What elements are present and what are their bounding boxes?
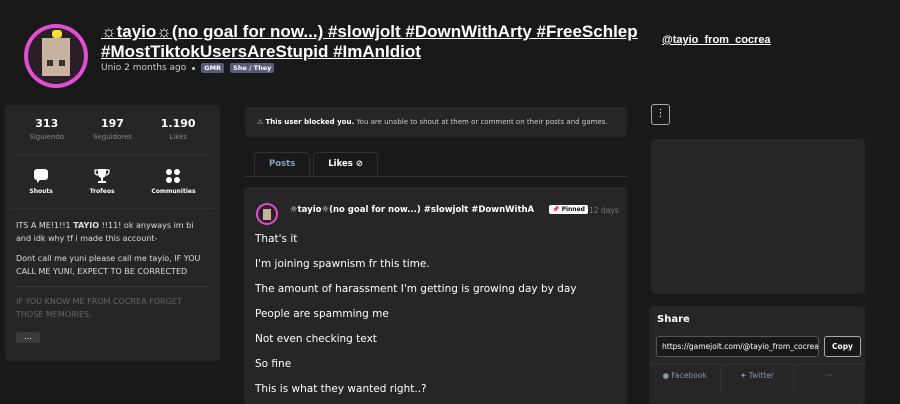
share-links: ● Facebook ✦ Twitter ···: [649, 364, 865, 392]
trophy-icon: [90, 168, 115, 186]
action-label: Shouts: [29, 188, 53, 195]
speech-bubble-icon: [29, 168, 52, 186]
ad-placeholder: [651, 139, 865, 294]
avatar-eye: [47, 60, 53, 66]
avatar-face: [42, 38, 70, 76]
post-time[interactable]: 12 days: [589, 206, 619, 215]
pin-icon: 📌: [552, 206, 560, 213]
post-line: Not even checking text: [255, 333, 377, 345]
blocked-title: This user blocked you.: [265, 118, 355, 126]
share-url-input[interactable]: https://gamejolt.com/@tayio_from_cocrea: [656, 336, 819, 357]
tag-pronouns: She / They: [230, 63, 275, 73]
share-card: Share https://gamejolt.com/@tayio_from_c…: [649, 306, 865, 404]
trophies-button[interactable]: Trofeos: [90, 168, 115, 195]
share-link-label: Twitter: [748, 371, 774, 380]
share-title: Share: [657, 314, 690, 325]
post-line: This is what they wanted right..?: [255, 383, 427, 395]
post-line: That's it: [255, 233, 298, 245]
action-label: Trofeos: [89, 188, 115, 195]
profile-sidebar: 313 Siguiendo 197 Seguidores 1.190 Likes…: [5, 105, 220, 361]
stat-following[interactable]: 313 Siguiendo: [29, 117, 64, 154]
bio-line: Dont call me yuni please call me tayio, …: [16, 254, 201, 276]
share-link-label: Facebook: [671, 371, 707, 380]
divider: [16, 286, 209, 287]
post-line: So fine: [255, 358, 292, 370]
eye-off-icon: ⊘: [355, 159, 363, 169]
stat-label: Seguidores: [92, 133, 132, 141]
bio-line: ITS A ME!1!!1 TAYIO !!11! ok anyways im …: [16, 219, 209, 245]
username-link[interactable]: @tayio_from_cocrea: [662, 34, 771, 46]
post-line: People are spamming me: [255, 308, 389, 320]
avatar[interactable]: [24, 24, 88, 88]
warning-icon: ⚠: [257, 118, 264, 126]
share-facebook[interactable]: ● Facebook: [649, 365, 722, 392]
post-card: ☼tayio☼(no goal for now...) #slowjolt #D…: [244, 187, 627, 404]
tab-label: Likes: [328, 159, 353, 169]
pinned-badge: 📌 Pinned: [549, 205, 588, 214]
bio-bold: TAYIO: [73, 221, 100, 230]
tab-underline: [244, 176, 627, 177]
profile-actions: Shouts Trofeos Communities: [11, 155, 214, 209]
communities-button[interactable]: Communities: [151, 168, 196, 195]
post-author[interactable]: ☼tayio☼(no goal for now...) #slowjolt #D…: [290, 205, 534, 215]
stat-label: Likes: [169, 133, 187, 141]
blocked-text: You are unable to shout at them or comme…: [354, 118, 608, 126]
avatar-image: [28, 28, 84, 84]
share-more[interactable]: ···: [794, 365, 865, 392]
stat-label: Siguiendo: [29, 133, 65, 141]
avatar-hat: [52, 30, 62, 38]
facebook-icon: ●: [662, 371, 670, 380]
bio-line-faded: IF YOU KNOW ME FROM COCREA FORGET THOSE …: [16, 297, 182, 319]
stat-value: 1.190: [160, 117, 196, 130]
stats-row: 313 Siguiendo 197 Seguidores 1.190 Likes: [15, 105, 210, 155]
post-line: The amount of harassment I'm getting is …: [255, 283, 577, 295]
stat-value: 197: [100, 117, 124, 130]
post-body: That's it I'm joining spawnism fr this t…: [255, 232, 576, 404]
avatar-face: [263, 209, 271, 220]
profile-title[interactable]: ☼tayio☼(no goal for now...) #slowjolt #D…: [101, 22, 641, 62]
read-more-button[interactable]: ...: [16, 332, 40, 343]
more-menu-button[interactable]: ⋮: [651, 104, 670, 125]
shouts-button[interactable]: Shouts: [29, 168, 53, 195]
avatar-eye: [59, 60, 65, 66]
profile-meta: Unio 2 months ago GMR She / They: [101, 63, 275, 73]
separator-dot: [192, 66, 196, 70]
share-twitter[interactable]: ✦ Twitter: [721, 365, 794, 392]
post-line: I'm joining spawnism fr this time.: [255, 258, 430, 270]
post-avatar[interactable]: [256, 203, 278, 225]
feed-tabs: Posts Likes ⊘: [254, 152, 378, 176]
joined-text: Unio 2 months ago: [101, 63, 187, 73]
stat-likes[interactable]: 1.190 Likes: [161, 117, 196, 154]
copy-button[interactable]: Copy: [824, 336, 861, 357]
bio-text: ITS A ME!1!!1: [16, 221, 74, 230]
stat-followers[interactable]: 197 Seguidores: [93, 117, 132, 154]
communities-icon: [151, 168, 195, 186]
profile-header: ☼tayio☼(no goal for now...) #slowjolt #D…: [0, 0, 900, 96]
tab-likes[interactable]: Likes ⊘: [313, 152, 378, 176]
blocked-notice: ⚠ This user blocked you. You are unable …: [245, 107, 627, 137]
bio: ITS A ME!1!!1 TAYIO !!11! ok anyways im …: [5, 209, 220, 343]
stat-value: 313: [35, 117, 59, 130]
tab-posts[interactable]: Posts: [254, 152, 311, 176]
twitter-icon: ✦: [740, 371, 747, 380]
tag-gmr: GMR: [201, 63, 225, 73]
pinned-label: Pinned: [561, 206, 585, 213]
action-label: Communities: [151, 188, 196, 195]
post-avatar-image: [258, 205, 276, 223]
